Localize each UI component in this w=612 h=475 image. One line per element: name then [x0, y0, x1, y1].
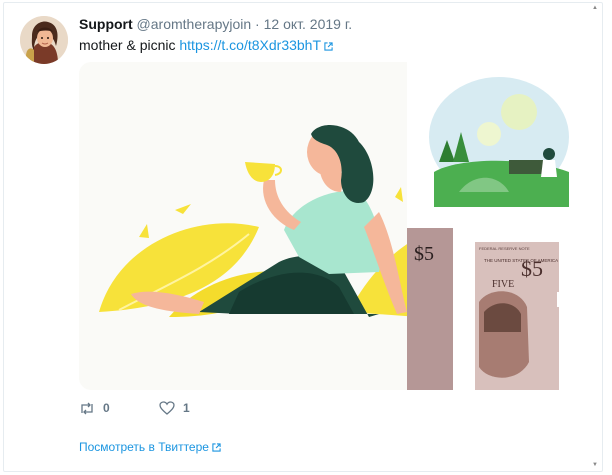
like-button[interactable]: 1 [159, 401, 190, 415]
tweet-body: mother & picnic [79, 37, 176, 53]
author-handle[interactable]: @aromtherapyjoin [137, 16, 252, 32]
retweet-count: 0 [103, 401, 110, 415]
banknote-small-value: $5 [521, 256, 543, 281]
view-on-twitter-label: Посмотреть в Твиттере [79, 440, 209, 454]
like-count: 1 [183, 401, 190, 415]
external-link-icon [212, 443, 221, 452]
author-name[interactable]: Support [79, 16, 133, 32]
view-on-twitter-link[interactable]: Посмотреть в Твиттере [79, 440, 221, 454]
scroll-up-arrow[interactable]: ▲ [590, 3, 600, 13]
banknote-header: FEDERAL RESERVE NOTE [479, 246, 530, 251]
tweet-text: mother & picnic https://t.co/t8Xdr33bhT [79, 37, 333, 53]
tweet-link[interactable]: https://t.co/t8Xdr33bhT [179, 37, 321, 53]
external-link-icon [324, 42, 333, 51]
tweet-media[interactable]: $5 FEDERAL RESERVE NOTE THE UNITED STATE… [79, 62, 572, 390]
retweet-button[interactable]: 0 [79, 401, 110, 415]
banknote-value: $5 [414, 243, 434, 265]
tweet-date[interactable]: 12 окт. 2019 г. [264, 16, 353, 32]
banknote-word: FIVE [492, 279, 514, 290]
tweet-header: Support @aromtherapyjoin · 12 окт. 2019 … [79, 16, 352, 32]
scroll-down-arrow[interactable]: ▼ [590, 460, 600, 470]
avatar[interactable] [20, 16, 68, 64]
heart-icon [159, 401, 175, 415]
avatar-image [20, 16, 68, 64]
picnic-illustration: $5 FEDERAL RESERVE NOTE THE UNITED STATE… [79, 62, 572, 390]
separator-dot: · [255, 16, 260, 32]
retweet-icon [81, 402, 93, 414]
